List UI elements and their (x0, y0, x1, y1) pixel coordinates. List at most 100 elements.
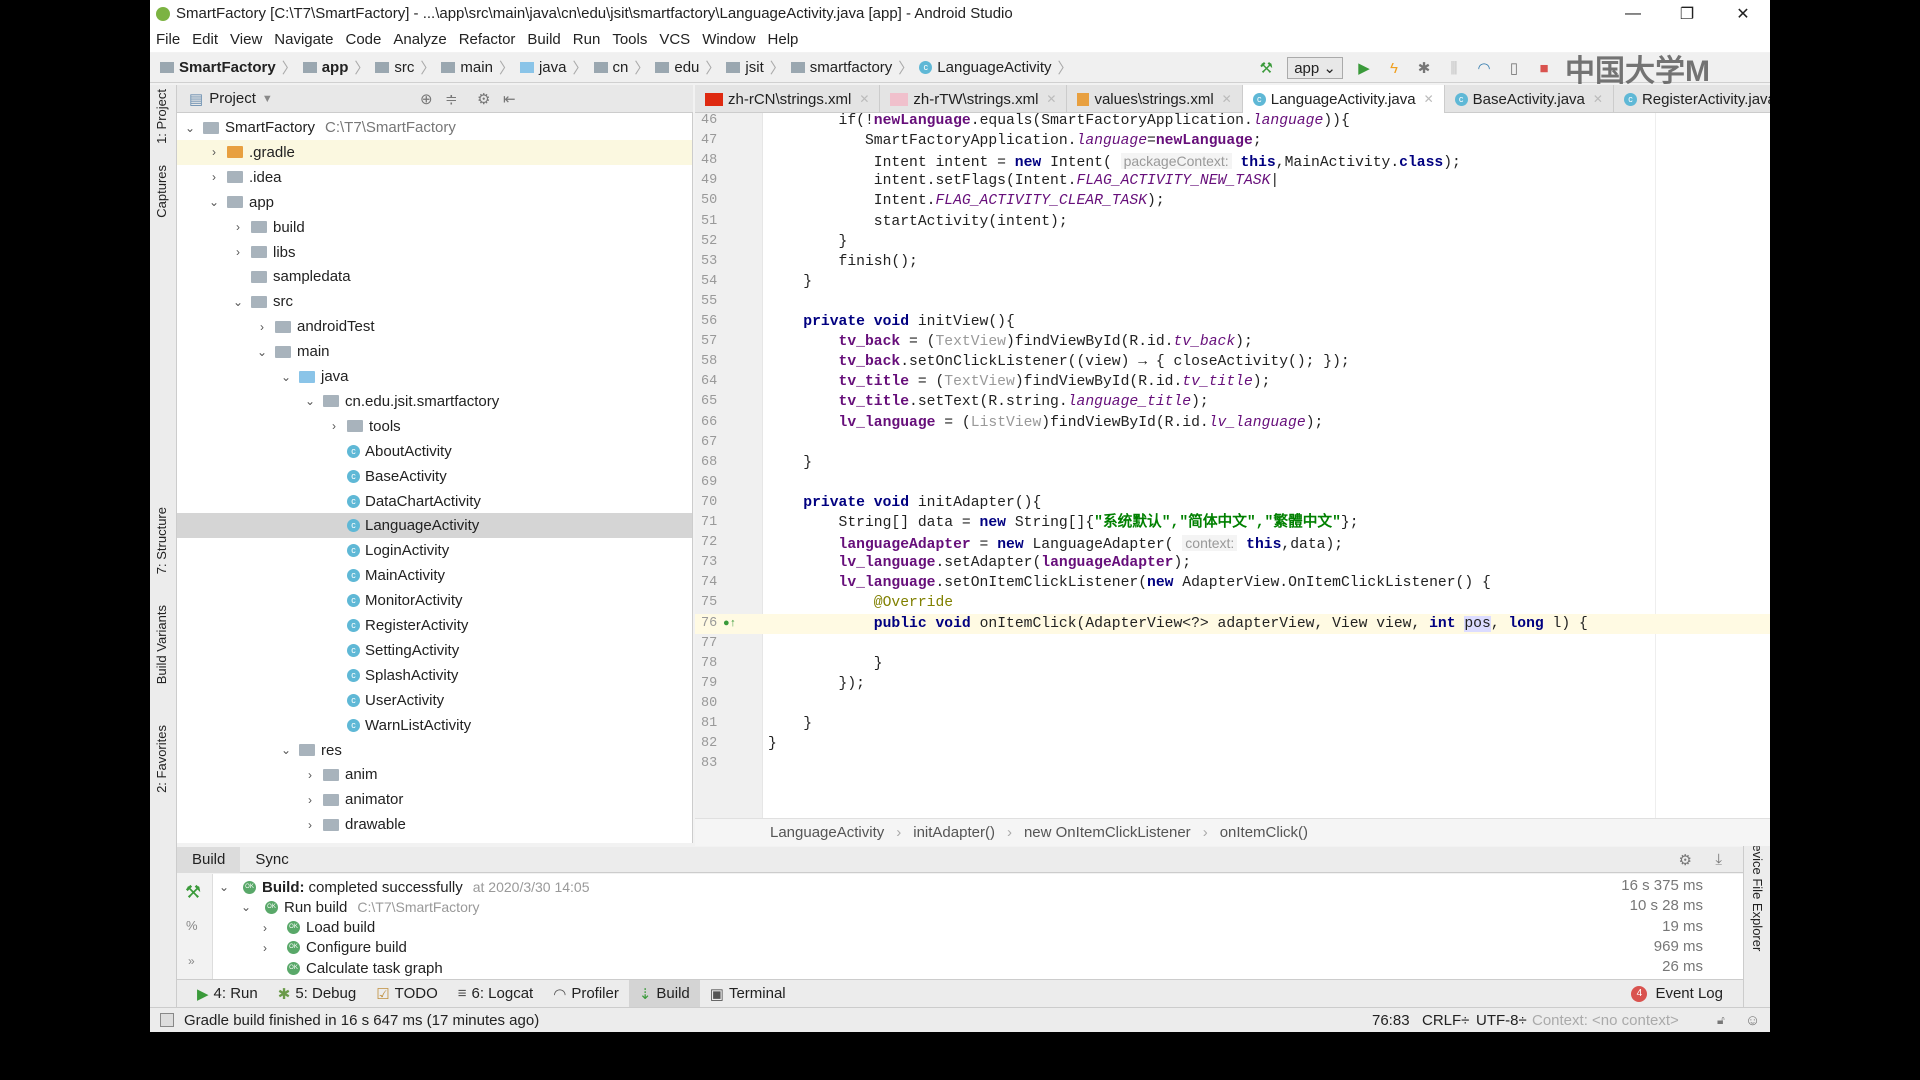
file-encoding[interactable]: UTF-8÷ (1476, 1012, 1527, 1029)
code-line[interactable]: 67 (695, 433, 1770, 453)
tree-item[interactable]: ⌄ cn.edu.jsit.smartfactory (177, 389, 692, 414)
editor-breadcrumb-item[interactable]: LanguageActivity (770, 824, 884, 841)
menu-file[interactable]: File (156, 31, 180, 48)
code-line[interactable]: 53 finish(); (695, 252, 1770, 272)
code-line[interactable]: 55 (695, 292, 1770, 312)
tree-item[interactable]: › androidTest (177, 314, 692, 339)
chevron-down-icon[interactable]: ⌄ (279, 370, 293, 384)
tool-window-terminal[interactable]: ▣ Terminal (700, 980, 796, 1008)
code-line[interactable]: 81 } (695, 714, 1770, 734)
menu-build[interactable]: Build (527, 31, 560, 48)
tab-languageactivity-java[interactable]: c LanguageActivity.java ✕ (1242, 85, 1445, 113)
gear-icon[interactable]: ⚙ (477, 90, 490, 108)
tab-build[interactable]: Build (177, 846, 241, 873)
code-line[interactable]: 65 tv_title.setText(R.string.language_ti… (695, 392, 1770, 412)
chevron-down-icon[interactable]: ⌄ (255, 345, 269, 359)
tree-item[interactable]: c LoginActivity (177, 538, 692, 563)
code-line[interactable]: 75 @Override (695, 593, 1770, 613)
code-line[interactable]: 48 Intent intent = new Intent( packageCo… (695, 151, 1770, 171)
apply-changes-icon[interactable]: ϟ (1385, 59, 1403, 77)
tree-item[interactable]: ⌄ app (177, 190, 692, 215)
chevron-right-icon[interactable]: › (303, 768, 317, 782)
menu-navigate[interactable]: Navigate (274, 31, 333, 48)
code-line[interactable]: 47 SmartFactoryApplication.language=newL… (695, 131, 1770, 151)
code-line[interactable]: 83 (695, 754, 1770, 774)
menu-code[interactable]: Code (345, 31, 381, 48)
scroll-from-source-icon[interactable]: ⊕ (420, 90, 433, 108)
code-line[interactable]: 79 }); (695, 674, 1770, 694)
close-tab-icon[interactable]: ✕ (1424, 92, 1434, 106)
code-line[interactable]: 56 private void initView(){ (695, 312, 1770, 332)
editor-breadcrumb-item[interactable]: onItemClick() (1220, 824, 1308, 841)
menu-run[interactable]: Run (573, 31, 601, 48)
tree-item[interactable]: ⌄ src (177, 289, 692, 314)
chevron-down-icon[interactable]: ⌄ (279, 743, 293, 757)
breadcrumb-item[interactable]: jsit 〉 (726, 57, 785, 78)
tool-window-profiler[interactable]: ◠ Profiler (543, 980, 629, 1008)
code-line[interactable]: 73 lv_language.setAdapter(languageAdapte… (695, 553, 1770, 573)
run-configuration-select[interactable]: app ⌄ (1287, 57, 1343, 79)
tree-item[interactable]: ⌄ SmartFactory C:\T7\SmartFactory (177, 115, 692, 140)
tool-strip-4[interactable]: 2: Favorites (154, 725, 169, 793)
tool-window-debug[interactable]: ✱ 5: Debug (268, 980, 366, 1008)
code-line[interactable]: 70 private void initAdapter(){ (695, 493, 1770, 513)
chevron-right-icon[interactable]: › (303, 818, 317, 832)
event-log-button[interactable]: 4 Event Log (1621, 980, 1733, 1008)
menu-window[interactable]: Window (702, 31, 755, 48)
hammer-icon[interactable]: ⚒ (185, 882, 201, 903)
make-project-hammer-icon[interactable]: ⚒ (1257, 59, 1275, 77)
tree-item[interactable]: c MainActivity (177, 563, 692, 588)
tree-item[interactable]: ⌄ java (177, 364, 692, 389)
run-button-icon[interactable]: ▶ (1355, 59, 1373, 77)
close-button[interactable]: ✕ (1716, 0, 1770, 27)
build-tree-item[interactable]: ⌄ OK Run build C:\T7\SmartFactory (241, 897, 480, 917)
chevron-down-icon[interactable]: ⌄ (303, 394, 317, 408)
tree-item[interactable]: › tools (177, 414, 692, 439)
debug-icon[interactable]: ✱ (1415, 59, 1433, 77)
chevron-right-icon[interactable]: › (263, 921, 277, 935)
code-line[interactable]: 64 tv_title = (TextView)findViewById(R.i… (695, 372, 1770, 392)
editor-breadcrumb-item[interactable]: initAdapter() (913, 824, 995, 841)
tree-item[interactable]: c AboutActivity (177, 439, 692, 464)
code-line[interactable]: 54 } (695, 272, 1770, 292)
editor-breadcrumb-item[interactable]: new OnItemClickListener (1024, 824, 1191, 841)
inspector-icon[interactable]: ☺ (1745, 1012, 1760, 1029)
code-line[interactable]: 69 (695, 473, 1770, 493)
stop-icon[interactable]: ■ (1535, 59, 1553, 77)
breadcrumb-item[interactable]: c LanguageActivity 〉 (919, 57, 1073, 78)
build-tree-item[interactable]: ⌄ OK Build: completed successfully at 2020/3… (219, 877, 590, 897)
menu-help[interactable]: Help (768, 31, 799, 48)
collapse-all-icon[interactable]: ≑ (445, 90, 458, 108)
breadcrumb-item[interactable]: edu 〉 (655, 57, 720, 78)
close-tab-icon[interactable]: ✕ (1593, 92, 1603, 106)
code-line[interactable]: 57 tv_back = (TextView)findViewById(R.id… (695, 332, 1770, 352)
code-line[interactable]: 46 if(!newLanguage.equals(SmartFactoryAp… (695, 113, 1770, 131)
tool-window-build[interactable]: ⇣ Build (628, 979, 700, 1008)
close-tab-icon[interactable]: ✕ (1046, 92, 1056, 106)
tree-item[interactable]: › build (177, 215, 692, 240)
chevron-down-icon[interactable]: ▼ (262, 93, 273, 105)
code-line[interactable]: 50 Intent.FLAG_ACTIVITY_CLEAR_TASK); (695, 191, 1770, 211)
override-gutter-icon[interactable]: ●↑ (723, 614, 736, 634)
code-line[interactable]: 71 String[] data = new String[]{"系统默认","… (695, 513, 1770, 533)
code-line[interactable]: 52 } (695, 232, 1770, 252)
breadcrumb-item[interactable]: app 〉 (302, 57, 369, 78)
breadcrumb-item[interactable]: java 〉 (519, 57, 588, 78)
tree-item[interactable]: › .idea (177, 165, 692, 190)
chevron-down-icon[interactable]: ⌄ (219, 880, 233, 894)
tree-item[interactable]: c MonitorActivity (177, 588, 692, 613)
tree-item[interactable]: c RegisterActivity (177, 613, 692, 638)
tab-zh-rtw-strings-xml[interactable]: zh-rTW\strings.xml ✕ (880, 85, 1068, 113)
device-manager-icon[interactable]: ▯ (1505, 59, 1523, 77)
profile-icon[interactable]: ◠ (1475, 59, 1493, 77)
line-separator[interactable]: CRLF÷ (1422, 1012, 1469, 1029)
tab-values-strings-xml[interactable]: values\strings.xml ✕ (1067, 85, 1243, 113)
chevron-right-icon[interactable]: › (327, 419, 341, 433)
tree-item[interactable]: c DataChartActivity (177, 489, 692, 514)
breadcrumb-item[interactable]: smartfactory 〉 (790, 57, 913, 78)
tree-item[interactable]: ⌄ res (177, 738, 692, 763)
more-icon[interactable]: » (188, 954, 195, 968)
build-tree-item[interactable]: › OK Load build (263, 918, 375, 938)
code-line[interactable]: 49 intent.setFlags(Intent.FLAG_ACTIVITY_… (695, 171, 1770, 191)
menu-analyze[interactable]: Analyze (393, 31, 446, 48)
